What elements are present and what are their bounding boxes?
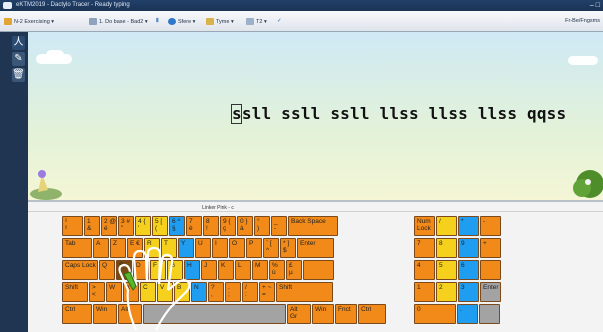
key-symbol: / :	[242, 282, 258, 302]
typist-icon[interactable]: 人	[12, 36, 25, 50]
key-symbol: ° )	[254, 216, 270, 236]
key-2: 2	[436, 282, 457, 302]
folder-icon	[4, 18, 12, 25]
pencil-icon[interactable]: ✎	[12, 52, 25, 66]
exercise-dropdown[interactable]: N-2 Exercising ▾	[4, 18, 54, 25]
key	[479, 304, 500, 324]
window-titlebar: eKTM2019 - Dactylo Tracer - Ready typing…	[0, 0, 603, 11]
language-indicator[interactable]: Fr-Be/Fngsms	[565, 18, 600, 24]
key-7: 7 è	[186, 216, 202, 236]
clock-icon	[206, 18, 214, 25]
key	[303, 260, 334, 280]
time-dropdown[interactable]: Tyme ▾	[206, 18, 234, 25]
key-symbol: . ;	[225, 282, 241, 302]
globe-icon	[168, 18, 176, 25]
remaining-text: sll ssll ssll llss llss llss qqss	[241, 104, 567, 123]
window-controls[interactable]: – □	[590, 0, 600, 11]
cloud	[46, 50, 64, 60]
window-title: eKTM2019 - Dactylo Tracer - Ready typing	[16, 2, 130, 8]
key-enter: Enter	[297, 238, 334, 258]
key-9: 9 { ç	[220, 216, 236, 236]
stats-dropdown[interactable]: T2 ▾	[246, 18, 267, 25]
current-char: s	[232, 104, 242, 123]
key-caps: Caps Lock	[62, 260, 98, 280]
key-symbol: +	[480, 238, 501, 258]
key-num: Num Lock	[414, 216, 435, 236]
app-icon	[3, 2, 12, 9]
cloud	[568, 56, 598, 65]
document-icon	[89, 18, 97, 25]
key-enter: Enter	[480, 282, 501, 302]
key-symbol: > <	[89, 282, 105, 302]
flower-decoration	[30, 170, 62, 200]
key-6: 6 ^ §	[169, 216, 185, 236]
key-1: 1	[414, 282, 435, 302]
key-shift: Shift	[62, 282, 88, 302]
key-symbol: _ -	[271, 216, 287, 236]
key-ctrl: Ctrl	[62, 304, 92, 324]
key-3: 3	[458, 282, 479, 302]
key-symbol: % ù	[269, 260, 285, 280]
key-fnct: Fnct	[335, 304, 357, 324]
key-symbol: ² ²	[62, 216, 83, 236]
hand-guide-icon	[118, 246, 191, 331]
sidebar: 人 ✎ 🗑	[0, 32, 28, 332]
key-symbol: *	[458, 216, 479, 236]
key-shift: Shift	[276, 282, 333, 302]
key-m: M	[252, 260, 268, 280]
key-8: 8	[436, 238, 457, 258]
key-5: 5 [ (	[152, 216, 168, 236]
key-symbol: .	[457, 304, 478, 324]
typing-text: ssll ssll ssll llss llss llss qqss	[232, 104, 566, 123]
check-button[interactable]: ✓	[277, 18, 282, 24]
key-symbol: -	[480, 216, 501, 236]
key-k: K	[218, 260, 234, 280]
sphere-dropdown[interactable]: Sfere ▾	[168, 18, 195, 25]
key-0: 0 } à	[237, 216, 253, 236]
tree-decoration	[573, 170, 603, 198]
trash-icon[interactable]: 🗑	[12, 68, 25, 82]
key-symbol: ¨ [ ^	[263, 238, 279, 258]
key-4: 4 { '	[135, 216, 151, 236]
key-symbol: £ µ	[286, 260, 302, 280]
key-back: Back Space	[288, 216, 338, 236]
key-7: 7	[414, 238, 435, 258]
key-ctrl: Ctrl	[358, 304, 386, 324]
key-win: Win	[312, 304, 334, 324]
key-4: 4	[414, 260, 435, 280]
key-3: 3 # "	[118, 216, 134, 236]
key-5: 5	[436, 260, 457, 280]
pause-button[interactable]: Ⅱ	[156, 18, 159, 24]
keyboard-separator	[28, 211, 603, 212]
lesson-dropdown[interactable]: 1. Do base - Bad2 ▾	[89, 18, 148, 25]
key-symbol: /	[436, 216, 457, 236]
key-9: 9	[458, 238, 479, 258]
key-p: P	[246, 238, 262, 258]
chart-icon	[246, 18, 254, 25]
key-1: 1 &	[84, 216, 100, 236]
lesson-area: ssll ssll ssll llss llss llss qqss	[28, 32, 603, 202]
key-2: 2 @ é	[101, 216, 117, 236]
key-6: 6	[458, 260, 479, 280]
key-symbol: + ~ =	[259, 282, 275, 302]
key-tab: Tab	[62, 238, 92, 258]
key-a: A	[93, 238, 109, 258]
key-l: L	[235, 260, 251, 280]
toolbar: N-2 Exercising ▾ 1. Do base - Bad2 ▾ Ⅱ S…	[0, 11, 603, 32]
key-0: 0	[414, 304, 456, 324]
key-o: O	[229, 238, 245, 258]
key-alt: Alt Gr	[287, 304, 311, 324]
key	[480, 260, 501, 280]
key-8: 8 !	[203, 216, 219, 236]
key-symbol: * ] $	[280, 238, 296, 258]
